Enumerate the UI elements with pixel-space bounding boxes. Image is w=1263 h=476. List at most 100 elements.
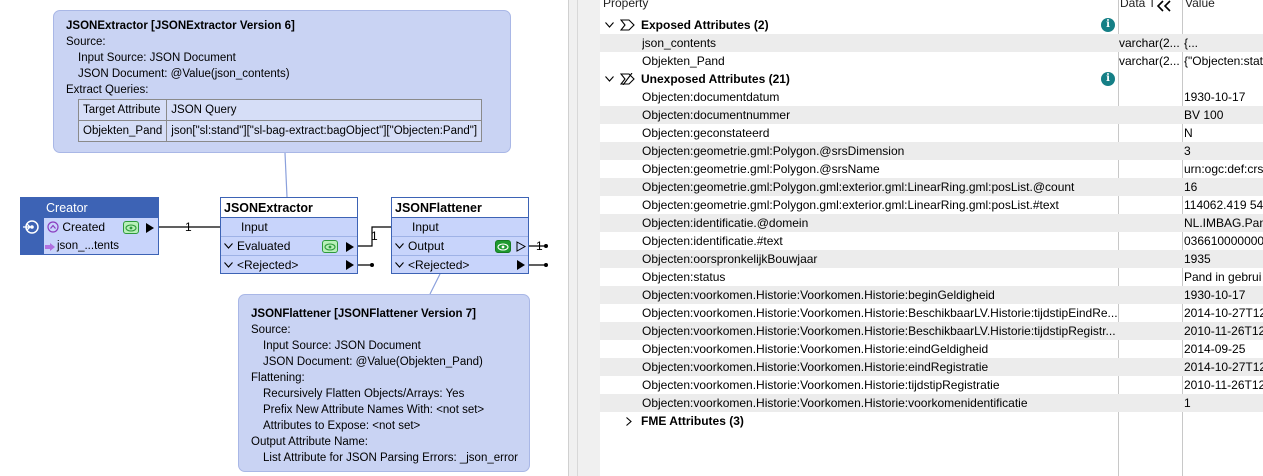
attribute-row[interactable]: Objecten:oorspronkelijkBouwjaar 1935 bbox=[600, 250, 1263, 268]
attribute-name: json_contents bbox=[642, 36, 717, 50]
group-label: Exposed Attributes (2) bbox=[641, 18, 769, 32]
output-port-evaluated[interactable]: Evaluated bbox=[221, 237, 357, 256]
creator-transformer[interactable]: Creator Created json_...tents bbox=[20, 197, 159, 255]
annotation-line: Flattening: bbox=[251, 372, 305, 384]
chevron-down-icon[interactable] bbox=[395, 262, 404, 268]
attribute-row[interactable]: Objecten:geometrie.gml:Polygon.@srsDimen… bbox=[600, 142, 1263, 160]
attribute-name: Objecten:documentnummer bbox=[642, 108, 791, 122]
exposed-attribute-icon bbox=[620, 19, 635, 31]
attribute-name: Objecten:documentdatum bbox=[642, 90, 780, 104]
port-label: Output bbox=[408, 239, 445, 253]
chevron-right-icon[interactable] bbox=[626, 417, 632, 426]
feature-information-panel[interactable]: Property Data T Value Exposed Attributes… bbox=[600, 0, 1263, 476]
attribute-row[interactable]: Objekten_Pand varchar(2... {"Objecten:stat bbox=[600, 52, 1263, 70]
attribute-value: NL.IMBAG.Pan bbox=[1184, 216, 1263, 230]
jsonextractor-transformer[interactable]: JSONExtractor Input Evaluated <Rejected> bbox=[220, 197, 358, 274]
attribute-row[interactable]: Objecten:geometrie.gml:Polygon.gml:exter… bbox=[600, 178, 1263, 196]
port-label: Created bbox=[62, 220, 106, 234]
attribute-row[interactable]: Objecten:status Pand in gebrui bbox=[600, 268, 1263, 286]
attribute-row[interactable]: Objecten:voorkomen.Historie:Voorkomen.Hi… bbox=[600, 340, 1263, 358]
attribute-value: 2010-11-26T12 bbox=[1184, 378, 1263, 392]
annotation-tail-extractor bbox=[284, 152, 288, 198]
output-port-rejected[interactable]: <Rejected> bbox=[221, 256, 357, 275]
annotation-line: Attributes to Expose: <not set> bbox=[263, 420, 421, 432]
attribute-row[interactable]: Objecten:documentnummer BV 100 bbox=[600, 106, 1263, 124]
inspect-eye-icon[interactable] bbox=[322, 240, 338, 253]
chevron-down-icon[interactable] bbox=[605, 76, 614, 82]
attribute-value: 1930-10-17 bbox=[1184, 90, 1246, 104]
attribute-name: Objecten:identificatie.@domein bbox=[642, 216, 809, 230]
annotation-jsonflattener[interactable]: JSONFlattener [JSONFlattener Version 7] … bbox=[238, 294, 530, 472]
attribute-name: Objecten:identificatie.#text bbox=[642, 234, 783, 248]
attribute-row[interactable]: Objecten:voorkomen.Historie:Voorkomen.Hi… bbox=[600, 376, 1263, 394]
attribute-value: 2014-09-25 bbox=[1184, 342, 1246, 356]
attribute-row[interactable]: Objecten:voorkomen.Historie:Voorkomen.Hi… bbox=[600, 358, 1263, 376]
attribute-row[interactable]: Objecten:voorkomen.Historie:Voorkomen.Hi… bbox=[600, 322, 1263, 340]
port-label: Input bbox=[412, 220, 439, 234]
workspace-canvas[interactable]: JSONExtractor [JSONExtractor Version 6] … bbox=[0, 0, 568, 476]
output-port-output[interactable]: Output bbox=[392, 237, 528, 256]
info-icon[interactable]: i bbox=[1101, 72, 1115, 86]
attribute-item[interactable]: json_...tents bbox=[21, 237, 158, 256]
attribute-row[interactable]: Objecten:geometrie.gml:Polygon.@srsName u… bbox=[600, 160, 1263, 178]
annotation-line: Input Source: JSON Document bbox=[263, 340, 421, 352]
splitter[interactable] bbox=[568, 0, 600, 476]
annotation-line: Prefix New Attribute Names With: <not se… bbox=[263, 404, 485, 416]
attribute-type: varchar(2... bbox=[1119, 36, 1180, 50]
attribute-row[interactable]: Objecten:documentdatum 1930-10-17 bbox=[600, 88, 1263, 106]
attribute-name: Objecten:voorkomen.Historie:Voorkomen.Hi… bbox=[642, 288, 995, 302]
annotation-jsonextractor[interactable]: JSONExtractor [JSONExtractor Version 6] … bbox=[53, 10, 511, 153]
chevron-down-icon[interactable] bbox=[224, 243, 233, 249]
attribute-row[interactable]: Objecten:voorkomen.Historie:Voorkomen.Hi… bbox=[600, 394, 1263, 412]
input-port[interactable]: Input bbox=[221, 218, 357, 237]
feature-count[interactable]: 1 bbox=[185, 220, 192, 234]
transformer-title: JSONFlattener bbox=[392, 198, 528, 218]
attribute-label: json_...tents bbox=[57, 240, 120, 252]
column-header-property[interactable]: Property bbox=[603, 0, 648, 14]
table-row: Objekten_Pand json["sl:stand"]["sl-bag-e… bbox=[77, 120, 483, 142]
table-cell: Objekten_Pand bbox=[77, 120, 168, 142]
group-fme-attributes[interactable]: FME Attributes (3) bbox=[600, 412, 1263, 430]
attribute-name: Objecten:geometrie.gml:Polygon.@srsDimen… bbox=[642, 144, 905, 158]
attribute-name: Objecten:oorspronkelijkBouwjaar bbox=[642, 252, 818, 266]
attribute-value: Pand in gebrui bbox=[1184, 270, 1262, 284]
jsonflattener-transformer[interactable]: JSONFlattener Input Output <Rejected> bbox=[391, 197, 529, 274]
feature-count[interactable]: 1 bbox=[536, 239, 543, 253]
unexposed-attribute-icon bbox=[620, 73, 635, 85]
group-label: FME Attributes (3) bbox=[641, 414, 744, 428]
group-unexposed-attributes[interactable]: Unexposed Attributes (21) i bbox=[600, 70, 1263, 88]
attribute-row[interactable]: Objecten:geometrie.gml:Polygon.gml:exter… bbox=[600, 196, 1263, 214]
input-port[interactable]: Input bbox=[392, 218, 528, 237]
attribute-row[interactable]: Objecten:identificatie.#text 036610000000… bbox=[600, 232, 1263, 250]
output-port-created[interactable]: Created bbox=[21, 218, 158, 237]
attribute-value: {... bbox=[1184, 36, 1199, 50]
attribute-row[interactable]: Objecten:identificatie.@domein NL.IMBAG.P… bbox=[600, 214, 1263, 232]
transformer-title: JSONExtractor bbox=[221, 198, 357, 218]
column-header-value[interactable]: Value bbox=[1185, 0, 1215, 14]
port-label: Input bbox=[241, 220, 268, 234]
inspect-eye-icon[interactable] bbox=[123, 221, 139, 234]
group-exposed-attributes[interactable]: Exposed Attributes (2) i bbox=[600, 16, 1263, 34]
expand-up-icon[interactable] bbox=[47, 221, 59, 233]
feature-count[interactable]: 1 bbox=[371, 229, 378, 243]
chevron-down-icon[interactable] bbox=[224, 262, 233, 268]
inspect-eye-icon[interactable] bbox=[495, 240, 511, 253]
collapse-columns-icon[interactable] bbox=[1156, 0, 1172, 12]
column-header-data-type[interactable]: Data T bbox=[1120, 0, 1156, 14]
attribute-value: 1 bbox=[1184, 396, 1191, 410]
annotation-line: Output Attribute Name: bbox=[251, 436, 368, 448]
port-label: <Rejected> bbox=[408, 258, 470, 272]
attribute-name: Objecten:voorkomen.Historie:Voorkomen.Hi… bbox=[642, 396, 1028, 410]
chevron-down-icon[interactable] bbox=[395, 243, 404, 249]
attribute-value: 2014-10-27T12 bbox=[1184, 360, 1263, 374]
annotation-title: JSONFlattener [JSONFlattener Version 7] bbox=[251, 308, 476, 320]
port-label: Evaluated bbox=[237, 239, 291, 253]
info-icon[interactable]: i bbox=[1101, 18, 1115, 32]
attribute-row[interactable]: json_contents varchar(2... {... bbox=[600, 34, 1263, 52]
attribute-row[interactable]: Objecten:voorkomen.Historie:Voorkomen.Hi… bbox=[600, 286, 1263, 304]
attribute-value: 16 bbox=[1184, 180, 1198, 194]
attribute-row[interactable]: Objecten:voorkomen.Historie:Voorkomen.Hi… bbox=[600, 304, 1263, 322]
output-port-rejected[interactable]: <Rejected> bbox=[392, 256, 528, 275]
chevron-down-icon[interactable] bbox=[605, 22, 614, 28]
attribute-row[interactable]: Objecten:geconstateerd N bbox=[600, 124, 1263, 142]
